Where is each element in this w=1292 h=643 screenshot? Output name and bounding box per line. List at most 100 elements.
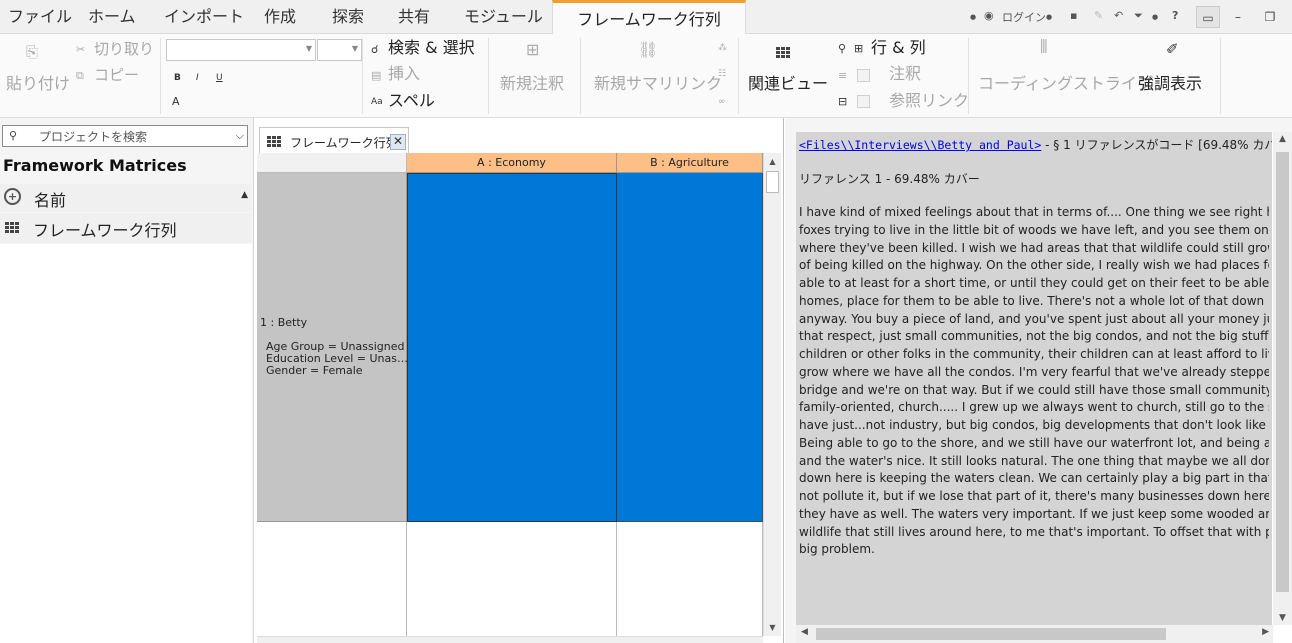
scroll-left-icon[interactable]: ◀: [801, 627, 808, 637]
row-header-betty[interactable]: 1 : Betty Age Group = Unassigned Educati…: [257, 173, 408, 522]
new-annotation-button[interactable]: 新規注釈: [500, 74, 564, 94]
annotation-icon: ≡: [838, 69, 848, 82]
undo-icon[interactable]: ↶: [1114, 9, 1123, 22]
tab-modules[interactable]: モジュール: [464, 6, 543, 28]
search-icon: ⚲: [9, 129, 18, 142]
related-view-button[interactable]: 関連ビュー: [748, 74, 828, 94]
name-column-header[interactable]: + 名前 ▲: [0, 184, 252, 212]
insert-icon: ▤: [371, 69, 382, 82]
paste-button[interactable]: 貼り付け: [6, 74, 70, 94]
matrix-cell[interactable]: [617, 173, 763, 522]
tab-import[interactable]: インポート: [164, 6, 244, 28]
user-icon[interactable]: ◉: [984, 9, 994, 22]
bold-button[interactable]: B: [174, 72, 181, 84]
insert-button[interactable]: 挿入: [388, 64, 420, 84]
tab-create[interactable]: 作成: [264, 6, 296, 28]
link-icon: ⛓: [638, 40, 659, 59]
matrix-vertical-scrollbar[interactable]: ▲ ▼: [763, 153, 781, 636]
reference-panel: <Files\\Interviews\\Betty and Paul> - § …: [796, 132, 1272, 625]
comment-icon[interactable]: ▭: [1196, 6, 1220, 28]
annotation-label: 注釈: [889, 64, 922, 83]
matrix-cell-selected[interactable]: [407, 173, 617, 522]
sort-up-icon[interactable]: ▲: [241, 190, 248, 200]
ribbon-separator: [488, 38, 489, 114]
customize-icon[interactable]: ⏷: [1134, 9, 1143, 23]
matrix-view: フレームワーク行列 ✕ A : Economy B : Agriculture …: [256, 118, 784, 643]
reference-vertical-scrollbar[interactable]: ▲ ▼: [1273, 132, 1292, 625]
chevron-down-icon: ▼: [351, 44, 358, 53]
scroll-thumb[interactable]: [816, 628, 1166, 640]
text-line: wildlife that still lives around here, t…: [799, 524, 1269, 539]
text-line: not pollute it, but if we lose that part…: [799, 489, 1269, 503]
font-name-select[interactable]: ▼: [166, 39, 316, 61]
tab-framework-matrix[interactable]: フレームワーク行列: [552, 0, 746, 35]
scroll-down-icon[interactable]: ▼: [1273, 613, 1292, 623]
paste-icon: ⎘: [26, 43, 39, 61]
list-icon[interactable]: ☷: [718, 68, 726, 80]
close-icon[interactable]: ✕: [390, 134, 406, 150]
tab-share[interactable]: 共有: [398, 6, 430, 28]
tab-file[interactable]: ファイル: [8, 6, 72, 28]
scroll-thumb[interactable]: [766, 171, 779, 193]
list-item[interactable]: フレームワーク行列: [0, 213, 252, 243]
chain-icon[interactable]: ∞: [718, 96, 726, 108]
new-summary-link-button[interactable]: 新規サマリリンク: [594, 74, 722, 94]
text-line: that respect, just small communities, no…: [799, 329, 1269, 344]
coding-stripes-icon: ⫴: [1040, 37, 1048, 58]
panel-splitter[interactable]: [785, 118, 796, 643]
text-line: Being able to go to the shore, and we st…: [799, 435, 1269, 450]
annotation-checkbox[interactable]: [857, 69, 870, 82]
reference-horizontal-scrollbar[interactable]: ◀ ▶: [796, 625, 1273, 643]
font-size-select[interactable]: ▼: [317, 39, 362, 61]
name-column-label: 名前: [34, 191, 67, 210]
see-also-label: 参照リンク: [889, 91, 970, 110]
chevron-down-icon[interactable]: ⌵: [236, 129, 244, 143]
project-search-input[interactable]: ⚲ プロジェクトを検索 ⌵: [2, 125, 248, 147]
document-tab[interactable]: フレームワーク行列 ✕: [259, 127, 409, 154]
copy-button[interactable]: コピー: [94, 65, 139, 85]
text-line: grow where we have all the condos. I'm v…: [799, 364, 1269, 379]
source-file-link[interactable]: <Files\\Interviews\\Betty and Paul>: [799, 138, 1041, 152]
edit-icon[interactable]: ✎: [1094, 9, 1103, 22]
minimize-icon[interactable]: –: [1226, 6, 1250, 28]
scroll-up-icon[interactable]: ▲: [1273, 134, 1292, 144]
save-icon[interactable]: ▪: [1070, 9, 1077, 22]
matrix-corner: [257, 153, 407, 173]
coding-stripes-button[interactable]: コーディングストライプ: [978, 74, 1153, 94]
scroll-down-icon[interactable]: ▼: [764, 619, 781, 636]
italic-button[interactable]: I: [196, 72, 199, 84]
font-color-icon[interactable]: A: [172, 96, 180, 108]
restore-icon[interactable]: ❐: [1258, 6, 1282, 28]
search-select-button[interactable]: 検索 & 選択: [388, 38, 475, 58]
search-placeholder: プロジェクトを検索: [39, 130, 148, 144]
ribbon-separator: [160, 38, 161, 114]
column-header-agriculture[interactable]: B : Agriculture: [617, 153, 763, 173]
text-line: anyway. You buy a piece of land, and you…: [799, 311, 1269, 326]
underline-button[interactable]: U: [216, 72, 223, 84]
scissors-icon: ✂: [76, 43, 86, 56]
row-column-button[interactable]: 行 & 列: [871, 38, 926, 58]
login-label[interactable]: ログイン: [1002, 9, 1046, 25]
scroll-thumb[interactable]: [1276, 152, 1289, 592]
column-header-economy[interactable]: A : Economy: [407, 153, 617, 173]
reference-summary: - § 1 リファレンスがコード [69.48% カバー]: [1045, 138, 1272, 152]
text-line: have just...not industry, but big condos…: [799, 418, 1269, 432]
text-line: homes, place for them to be able to live…: [799, 293, 1269, 308]
links-small-icon[interactable]: ⁂: [718, 42, 727, 54]
help-icon[interactable]: ?: [1172, 9, 1178, 22]
scroll-up-icon[interactable]: ▲: [764, 153, 781, 170]
see-also-checkbox[interactable]: [857, 95, 870, 108]
add-icon[interactable]: +: [4, 188, 21, 205]
matrix-horizontal-scrollbar[interactable]: [257, 636, 763, 643]
new-annotation-icon: ⊞: [526, 40, 540, 59]
chevron-down-icon: ▼: [305, 44, 312, 53]
highlight-button[interactable]: 強調表示: [1138, 74, 1202, 94]
cut-button[interactable]: 切り取り: [94, 39, 154, 59]
spell-button[interactable]: スペル: [388, 91, 435, 111]
tab-home[interactable]: ホーム: [88, 6, 136, 28]
tab-explore[interactable]: 探索: [332, 6, 364, 28]
spell-icon: Aa: [371, 97, 383, 107]
ribbon-separator: [738, 38, 739, 114]
scroll-right-icon[interactable]: ▶: [1262, 627, 1269, 637]
text-line: I have kind of mixed feelings about that…: [799, 205, 1269, 219]
